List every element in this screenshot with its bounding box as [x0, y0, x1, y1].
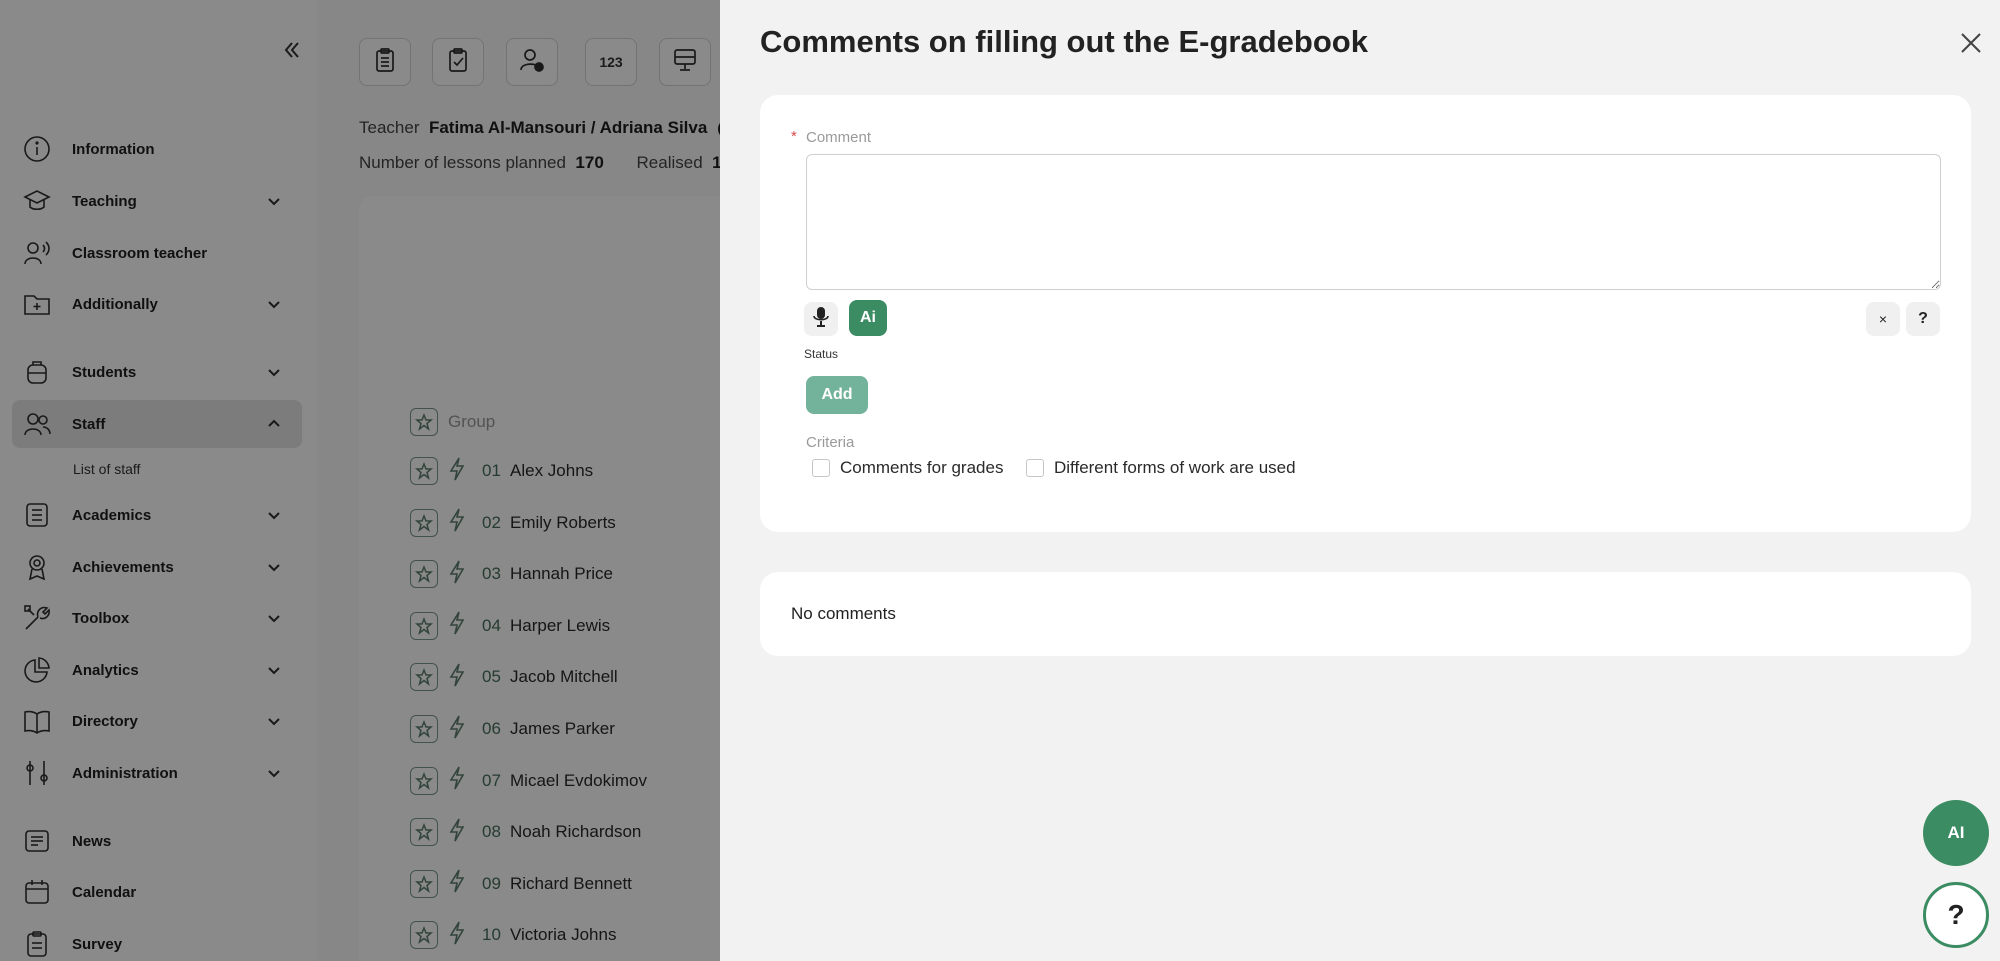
checkbox[interactable]	[812, 459, 830, 477]
drawer-title: Comments on filling out the E-gradebook	[760, 24, 1368, 59]
required-mark: *	[791, 128, 797, 145]
microphone-icon	[813, 306, 829, 333]
modal-backdrop[interactable]	[0, 0, 720, 961]
microphone-button[interactable]	[804, 302, 838, 336]
comments-drawer: Comments on filling out the E-gradebook	[720, 0, 2000, 961]
comment-textarea[interactable]	[806, 154, 1941, 290]
criteria-label: Criteria	[806, 434, 855, 451]
checkbox[interactable]	[1026, 459, 1044, 477]
clear-button[interactable]: ×	[1866, 302, 1900, 336]
comment-label: Comment	[806, 129, 872, 146]
empty-comments-text: No comments	[791, 604, 896, 623]
status-label: Status	[804, 347, 839, 361]
checkbox-label: Comments for grades	[840, 458, 1004, 477]
comments-list-card	[760, 572, 1971, 656]
ai-assistant-fab[interactable]: AI	[1923, 800, 1989, 866]
ai-assist-button[interactable]: Ai	[849, 300, 887, 336]
help-button[interactable]: ?	[1906, 302, 1940, 336]
close-icon[interactable]	[1958, 30, 1984, 56]
criteria-different-forms-of-work[interactable]: Different forms of work are used	[1026, 458, 1296, 478]
add-button[interactable]: Add	[806, 376, 868, 414]
criteria-comments-for-grades[interactable]: Comments for grades	[812, 458, 1003, 478]
checkbox-label: Different forms of work are used	[1054, 458, 1296, 477]
help-fab[interactable]: ?	[1923, 882, 1989, 948]
